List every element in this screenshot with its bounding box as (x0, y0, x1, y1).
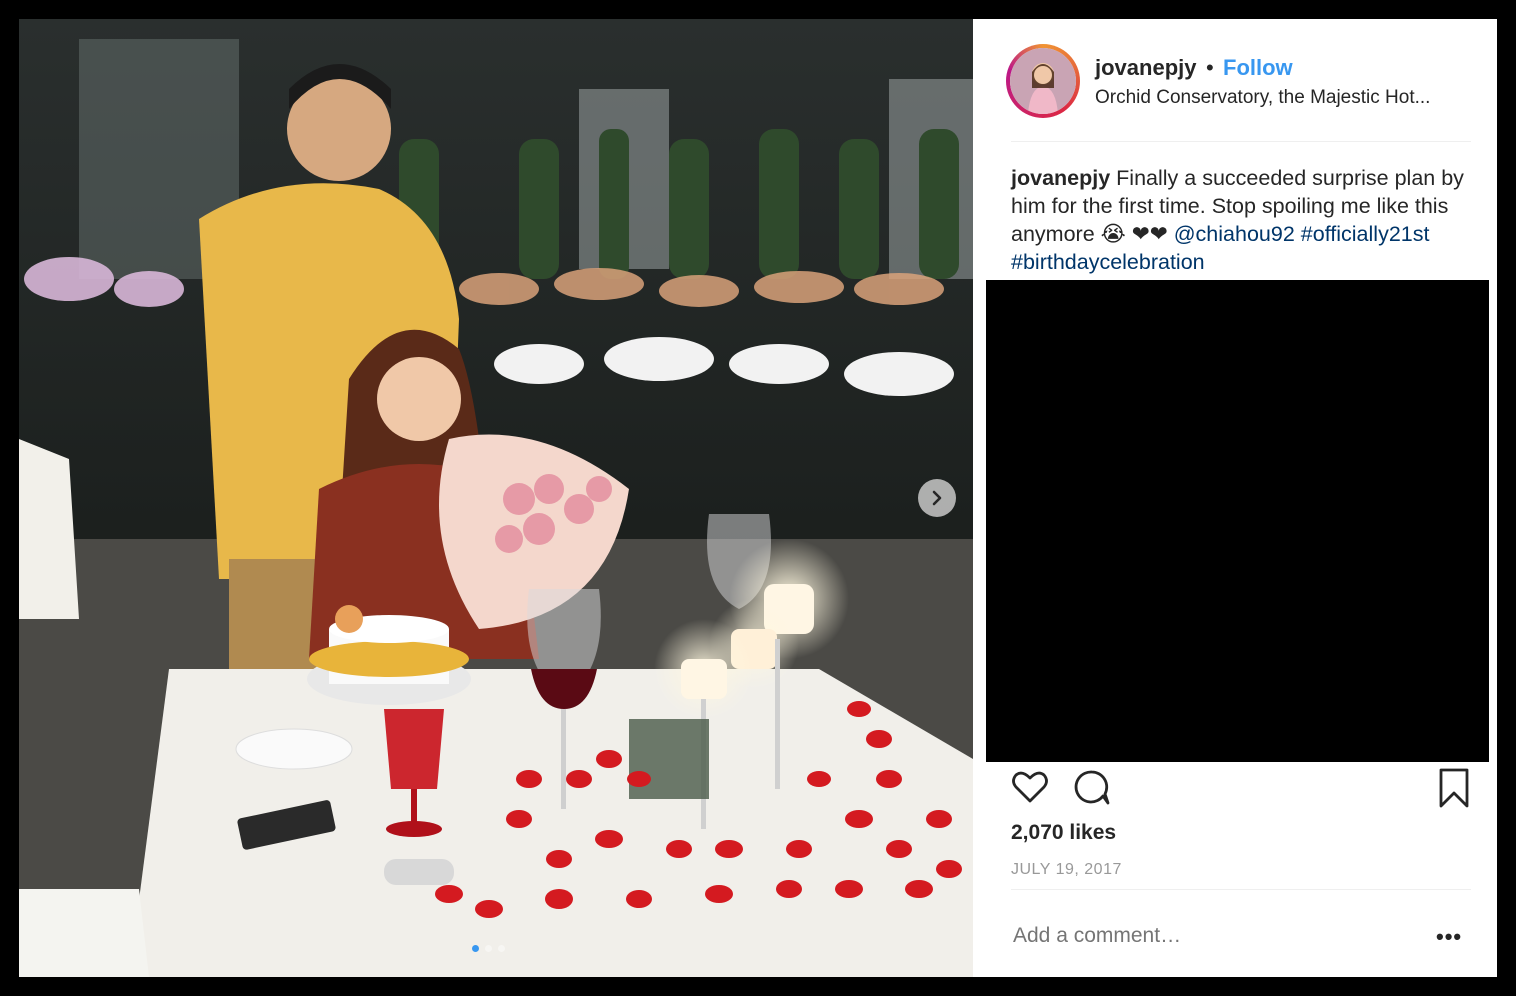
more-options-button[interactable]: ••• (1436, 924, 1462, 950)
mention-link[interactable]: @chiahou92 (1174, 222, 1295, 246)
heart-icon (1010, 771, 1050, 811)
carousel-dot (472, 945, 479, 952)
comment-icon (1072, 770, 1112, 811)
story-ring[interactable] (1006, 44, 1080, 118)
avatar[interactable] (1010, 48, 1076, 114)
comment-button[interactable] (1072, 767, 1112, 812)
caption-username-link[interactable]: jovanepjy (1011, 166, 1110, 190)
carousel-dot (498, 945, 505, 952)
like-button[interactable] (1010, 767, 1050, 812)
post-photo (19, 19, 973, 977)
hashtag-link[interactable]: #birthdaycelebration (1011, 250, 1205, 274)
username-link[interactable]: jovanepjy (1095, 55, 1196, 81)
comment-input[interactable] (1011, 923, 1395, 949)
likes-count[interactable]: 2,070 likes (1011, 821, 1116, 845)
save-button[interactable] (1436, 767, 1472, 814)
divider (1011, 141, 1471, 142)
separator-dot: • (1206, 55, 1214, 80)
bookmark-icon (1436, 768, 1472, 813)
hashtag-link[interactable]: #officially21st (1301, 222, 1430, 246)
post-side-panel: jovanepjy • Follow Orchid Conservatory, … (974, 19, 1497, 977)
carousel-next-button[interactable] (918, 479, 956, 517)
photo-illustration (19, 19, 973, 977)
post-modal: jovanepjy • Follow Orchid Conservatory, … (19, 19, 1497, 977)
post-header: jovanepjy • Follow Orchid Conservatory, … (974, 19, 1497, 141)
action-bar (974, 767, 1497, 817)
carousel-indicator (472, 945, 505, 952)
post-date[interactable]: JULY 19, 2017 (1011, 861, 1122, 879)
post-caption: jovanepjy Finally a succeeded surprise p… (1011, 164, 1481, 276)
follow-button[interactable]: Follow (1223, 55, 1293, 81)
redacted-comments-area (986, 280, 1489, 762)
location-link[interactable]: Orchid Conservatory, the Majestic Hot... (1095, 87, 1475, 109)
carousel-dot (485, 945, 492, 952)
chevron-right-icon (929, 490, 945, 506)
divider (1011, 889, 1471, 890)
